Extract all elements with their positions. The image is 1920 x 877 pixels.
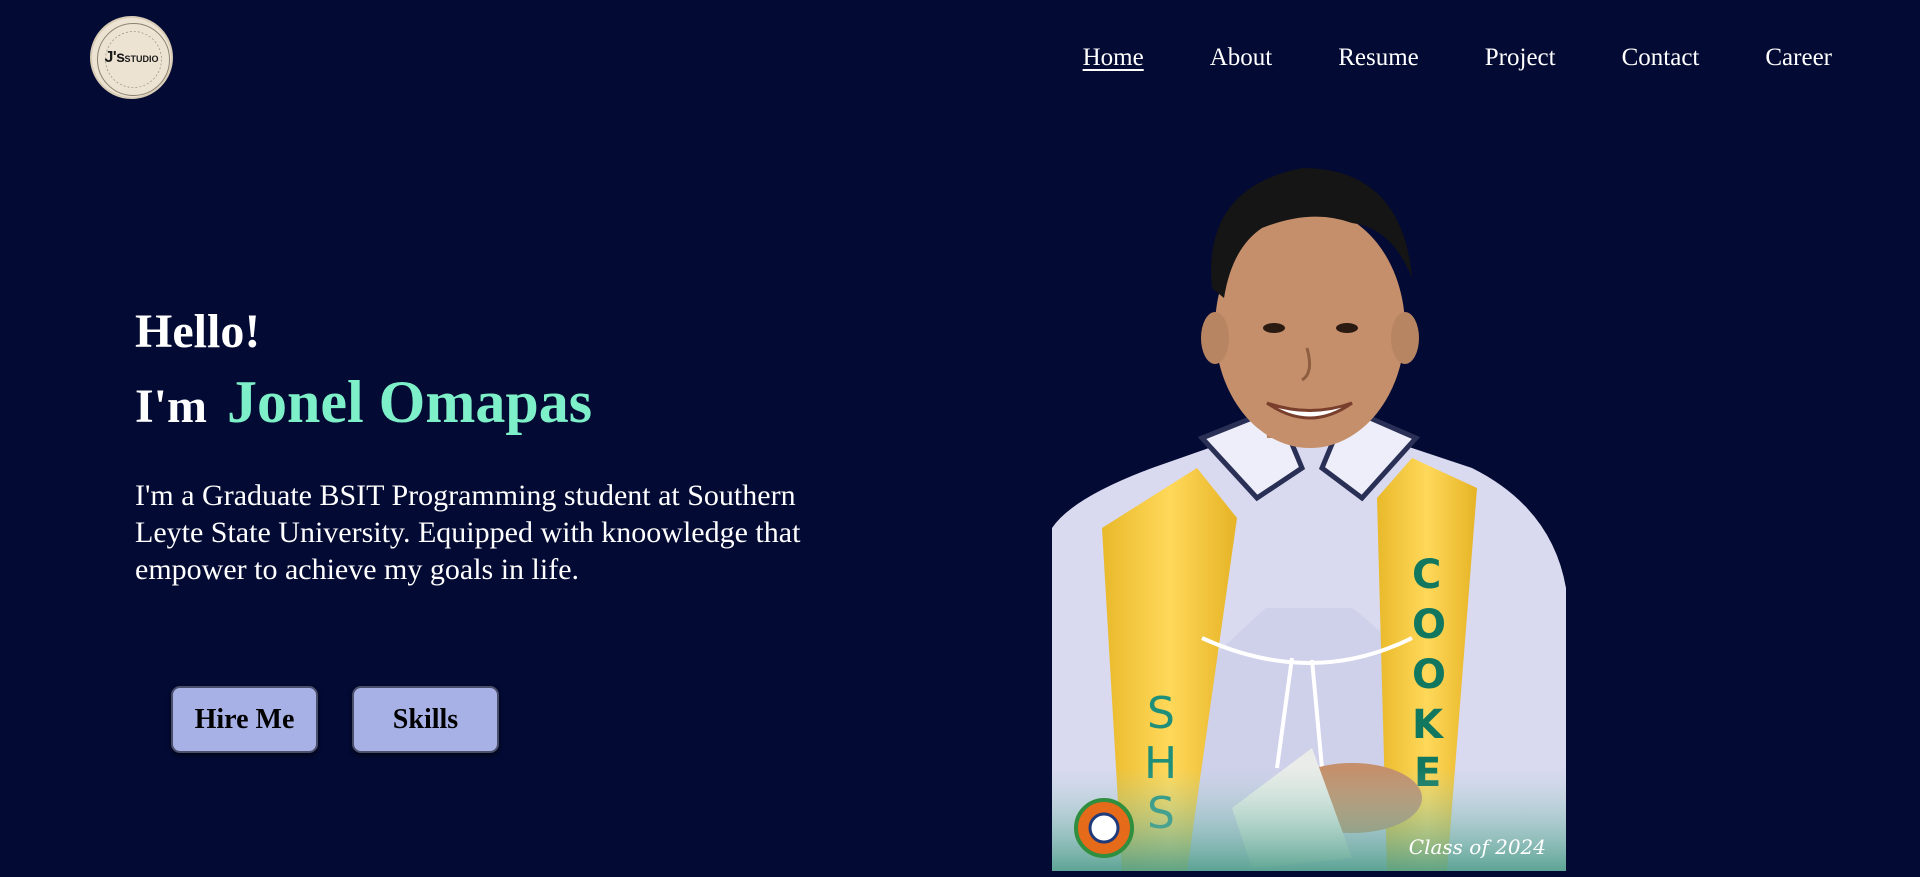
- hero-intro-prefix: I'm: [135, 380, 207, 433]
- svg-text:K: K: [1412, 702, 1445, 748]
- hero-intro: I'm Jonel Omapas: [135, 372, 592, 432]
- nav-career[interactable]: Career: [1765, 44, 1832, 72]
- nav-resume[interactable]: Resume: [1338, 44, 1419, 72]
- profile-photo: S H S C O O K E: [1052, 168, 1566, 871]
- main-nav: Home About Resume Project Contact Career: [1017, 44, 1832, 72]
- svg-text:O: O: [1412, 652, 1446, 698]
- hero-description: I'm a Graduate BSIT Programming student …: [135, 479, 801, 586]
- svg-text:S: S: [1147, 688, 1175, 739]
- logo-text: J'sSTUDIO: [104, 48, 159, 66]
- hero-greeting: Hello!: [135, 305, 261, 358]
- hire-me-button[interactable]: Hire Me: [171, 686, 318, 753]
- nav-project[interactable]: Project: [1485, 44, 1556, 72]
- nav-about[interactable]: About: [1210, 44, 1273, 72]
- logo[interactable]: J'sSTUDIO: [90, 16, 173, 99]
- nav-home[interactable]: Home: [1083, 44, 1144, 72]
- hero-name: Jonel Omapas: [227, 369, 593, 435]
- class-label: Class of 2024: [1408, 835, 1546, 859]
- svg-text:O: O: [1412, 602, 1446, 648]
- page: J'sSTUDIO Home About Resume Project Cont…: [0, 0, 1920, 877]
- portrait-illustration: S H S C O O K E: [1052, 168, 1566, 871]
- nav-contact[interactable]: Contact: [1622, 44, 1700, 72]
- svg-text:C: C: [1412, 552, 1441, 598]
- skills-button[interactable]: Skills: [352, 686, 499, 753]
